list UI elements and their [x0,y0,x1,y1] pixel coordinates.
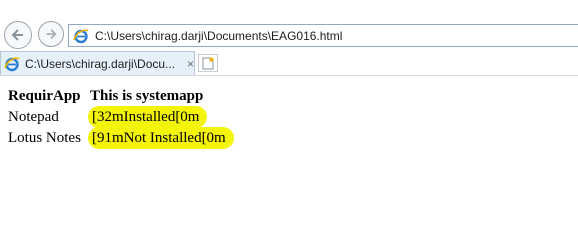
forward-arrow-icon [46,29,57,39]
app-name-cell: Notepad [8,109,59,125]
status-cell: [32mInstalled[0m [90,107,234,128]
back-button[interactable] [4,21,32,49]
highlighted-status: [32mInstalled[0m [90,108,206,126]
tab-page-icon [4,56,20,72]
tab-strip: C:\Users\chirag.darji\Docu... × [0,50,578,76]
table-row: Notepad [32mInstalled[0m [8,107,234,128]
tab-title: C:\Users\chirag.darji\Docu... [25,56,176,71]
highlighted-status: [91mNot Installed[0m [90,129,232,147]
status-table: RequirApp This is systemapp Notepad [32m… [8,86,234,149]
back-arrow-icon [11,29,23,41]
page-content: RequirApp This is systemapp Notepad [32m… [8,86,234,149]
new-tab-button[interactable] [198,54,218,72]
forward-button[interactable] [38,21,64,47]
app-name-cell: Lotus Notes [8,130,81,146]
header-requirapp: RequirApp [8,88,81,104]
address-bar[interactable]: C:\Users\chirag.darji\Documents\EAG016.h… [68,24,578,47]
table-header-row: RequirApp This is systemapp [8,86,234,107]
status-cell: [91mNot Installed[0m [90,128,234,149]
table-row: Lotus Notes [91mNot Installed[0m [8,128,234,149]
tab-close-button[interactable]: × [187,57,194,71]
address-text: C:\Users\chirag.darji\Documents\EAG016.h… [95,28,343,43]
tab-active[interactable]: C:\Users\chirag.darji\Docu... × [0,51,195,75]
navigation-bar: C:\Users\chirag.darji\Documents\EAG016.h… [0,0,578,50]
header-systemapp: This is systemapp [90,88,204,104]
internet-explorer-icon [73,28,89,44]
new-tab-icon [202,57,214,69]
